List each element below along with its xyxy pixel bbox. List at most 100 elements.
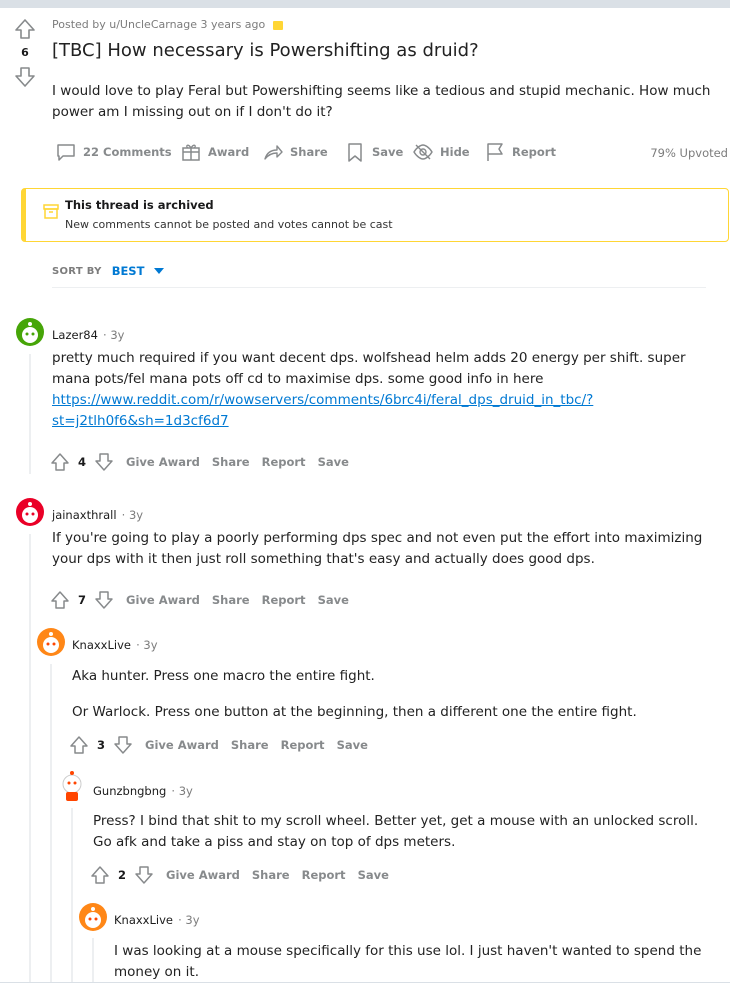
comment-action-row: 4 Give Award Share Report Save: [50, 452, 349, 472]
avatar[interactable]: [58, 770, 86, 802]
post-title[interactable]: [TBC] How necessary is Powershifting as …: [52, 40, 712, 61]
downvote-arrow-icon[interactable]: [94, 452, 114, 472]
save-button[interactable]: Save: [344, 141, 403, 163]
downvote-arrow-icon[interactable]: [14, 66, 36, 88]
comment-score: 3: [97, 738, 106, 752]
share-button[interactable]: Share: [212, 593, 250, 607]
sort-divider: [52, 287, 706, 288]
archived-icon: [272, 20, 283, 30]
upvote-arrow-icon[interactable]: [90, 865, 110, 885]
archived-banner: This thread is archived New comments can…: [21, 188, 729, 242]
comment-action-row: 2 Give Award Share Report Save: [90, 865, 389, 885]
comment-text: pretty much required if you want decent …: [52, 350, 686, 387]
chevron-down-icon: [154, 268, 165, 274]
report-button[interactable]: Report: [262, 593, 306, 607]
comment-body: I was looking at a mouse specifically fo…: [114, 943, 702, 980]
archived-subtitle: New comments cannot be posted and votes …: [65, 218, 393, 231]
comment-header: Lazer84 · 3y: [52, 328, 125, 342]
give-award-button[interactable]: Give Award: [166, 868, 240, 882]
thread-line[interactable]: [50, 664, 52, 982]
comment-action-row: 3 Give Award Share Report Save: [69, 735, 368, 755]
thread-line[interactable]: [92, 938, 94, 982]
comment-author[interactable]: Lazer84: [52, 328, 98, 342]
thread-line[interactable]: [29, 354, 31, 474]
save-label: Save: [372, 145, 404, 159]
post-body: I would love to play Feral but Powershif…: [52, 83, 711, 120]
save-button[interactable]: Save: [358, 868, 389, 882]
bookmark-icon: [348, 143, 362, 162]
flag-icon: [487, 143, 503, 161]
comment-author[interactable]: KnaxxLive: [72, 638, 131, 652]
comment-header: KnaxxLive · 3y: [114, 913, 200, 927]
sort-label: SORT BY: [52, 265, 102, 277]
give-award-button[interactable]: Give Award: [126, 455, 200, 469]
comment-icon: [57, 144, 75, 161]
avatar[interactable]: [16, 318, 44, 346]
share-button[interactable]: Share: [262, 141, 328, 163]
upvote-arrow-icon[interactable]: [50, 452, 70, 472]
comments-label: 22 Comments: [83, 145, 172, 159]
comment-author[interactable]: KnaxxLive: [114, 913, 173, 927]
gift-icon: [182, 144, 200, 161]
comment-header: KnaxxLive · 3y: [72, 638, 158, 652]
share-button[interactable]: Share: [252, 868, 290, 882]
thread-line[interactable]: [29, 534, 31, 982]
downvote-arrow-icon[interactable]: [134, 865, 154, 885]
upvote-arrow-icon[interactable]: [69, 735, 89, 755]
comment-age: 3y: [128, 508, 144, 522]
downvote-arrow-icon[interactable]: [113, 735, 133, 755]
hide-label: Hide: [440, 145, 470, 159]
report-button[interactable]: Report: [484, 141, 556, 163]
sort-dropdown[interactable]: SORT BY BEST: [52, 264, 165, 278]
save-button[interactable]: Save: [337, 738, 368, 752]
comment-header: jainaxthrall · 3y: [52, 508, 144, 522]
post-action-bar: 22 Comments Award Share Save Hide Report…: [55, 141, 730, 165]
save-button[interactable]: Save: [318, 593, 349, 607]
comment-score: 4: [78, 455, 87, 469]
upvote-ratio: 79% Upvoted: [650, 146, 728, 160]
comment-link[interactable]: https://www.reddit.com/r/wowservers/comm…: [52, 392, 593, 408]
share-label: Share: [290, 145, 328, 159]
hide-button[interactable]: Hide: [412, 141, 470, 163]
share-icon: [264, 145, 283, 160]
comment-author[interactable]: Gunzbngbng: [93, 784, 166, 798]
award-button[interactable]: Award: [180, 141, 249, 163]
upvote-arrow-icon[interactable]: [50, 590, 70, 610]
comment-header: Gunzbngbng · 3y: [93, 784, 193, 798]
share-button[interactable]: Share: [212, 455, 250, 469]
sort-value: BEST: [111, 264, 145, 278]
archive-box-icon: [43, 203, 59, 219]
report-button[interactable]: Report: [281, 738, 325, 752]
comment-link-continued[interactable]: st=j2tlh0f6&sh=1d3cf6d7: [52, 413, 229, 429]
comment-author[interactable]: jainaxthrall: [52, 508, 117, 522]
downvote-arrow-icon[interactable]: [94, 590, 114, 610]
post-card: 6 Posted by u/UncleCarnage 3 years ago […: [0, 8, 730, 982]
award-label: Award: [208, 145, 250, 159]
comment-score: 7: [78, 593, 87, 607]
post-score: 6: [21, 46, 29, 59]
comment-age: 3y: [110, 328, 125, 342]
upvote-arrow-icon[interactable]: [14, 18, 36, 40]
avatar[interactable]: [37, 628, 65, 656]
post-meta-text: Posted by u/UncleCarnage 3 years ago: [52, 18, 266, 31]
share-button[interactable]: Share: [231, 738, 269, 752]
avatar[interactable]: [16, 498, 44, 526]
comment-age: 3y: [143, 638, 158, 652]
thread-line[interactable]: [71, 808, 73, 982]
report-button[interactable]: Report: [302, 868, 346, 882]
report-label: Report: [512, 145, 556, 159]
comment-score: 2: [118, 868, 127, 882]
comment-body-p1: Aka hunter. Press one macro the entire f…: [72, 668, 375, 684]
report-button[interactable]: Report: [262, 455, 306, 469]
hide-eye-icon: [413, 144, 433, 160]
comment-action-row: 7 Give Award Share Report Save: [50, 590, 349, 610]
comment-body: Press? I bind that shit to my scroll whe…: [93, 813, 699, 850]
comment-body: pretty much required if you want decent …: [52, 348, 712, 432]
give-award-button[interactable]: Give Award: [145, 738, 219, 752]
comments-button[interactable]: 22 Comments: [55, 141, 172, 163]
avatar[interactable]: [79, 903, 107, 931]
save-button[interactable]: Save: [318, 455, 349, 469]
archived-title: This thread is archived: [65, 198, 214, 212]
post-meta: Posted by u/UncleCarnage 3 years ago: [52, 18, 283, 31]
give-award-button[interactable]: Give Award: [126, 593, 200, 607]
